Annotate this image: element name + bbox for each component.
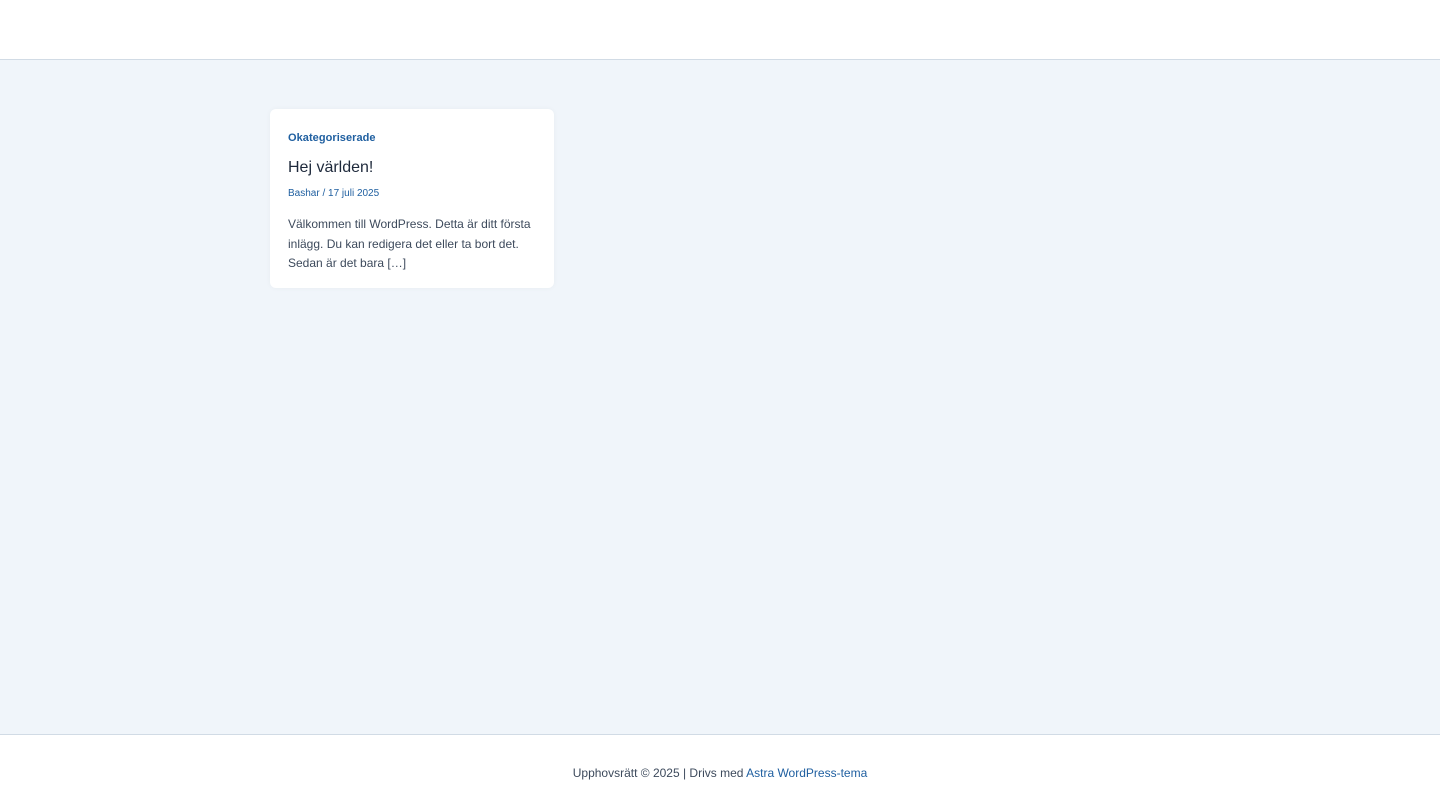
footer-theme-link[interactable]: Astra WordPress-tema xyxy=(746,766,867,780)
post-card: Okategoriserade Hej världen! Bashar / 17… xyxy=(270,109,554,288)
footer-copyright-text: Upphovsrätt © 2025 | Drivs med xyxy=(572,766,747,780)
footer-copyright: Upphovsrätt © 2025 | Drivs med Astra Wor… xyxy=(0,765,1440,781)
post-date[interactable]: 17 juli 2025 xyxy=(328,188,379,199)
site-footer: Upphovsrätt © 2025 | Drivs med Astra Wor… xyxy=(0,734,1440,810)
post-meta: Bashar / 17 juli 2025 xyxy=(288,187,536,201)
site-header xyxy=(0,0,1440,60)
post-category-link[interactable]: Okategoriserade xyxy=(288,131,536,145)
site-content: Okategoriserade Hej världen! Bashar / 17… xyxy=(0,61,1440,734)
post-title-link[interactable]: Hej världen! xyxy=(288,158,536,178)
post-author-link[interactable]: Bashar xyxy=(288,188,322,199)
post-excerpt: Välkommen till WordPress. Detta är ditt … xyxy=(288,217,531,270)
